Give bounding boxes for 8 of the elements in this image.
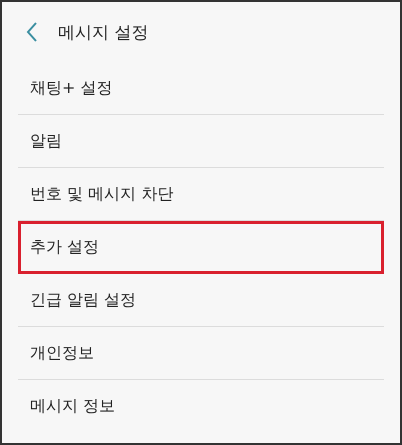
menu-item[interactable]: 개인정보 <box>18 327 384 380</box>
menu-item[interactable]: 알림 <box>18 115 384 168</box>
menu-item[interactable]: 메시지 정보 <box>18 380 384 433</box>
menu-item[interactable]: 번호 및 메시지 차단 <box>18 168 384 221</box>
highlighted-menu-item[interactable]: 추가 설정 <box>18 221 384 274</box>
menu-item[interactable]: 긴급 알림 설정 <box>18 274 384 327</box>
page-title: 메시지 설정 <box>58 22 148 44</box>
menu-item[interactable]: 채팅+ 설정 <box>18 62 384 115</box>
